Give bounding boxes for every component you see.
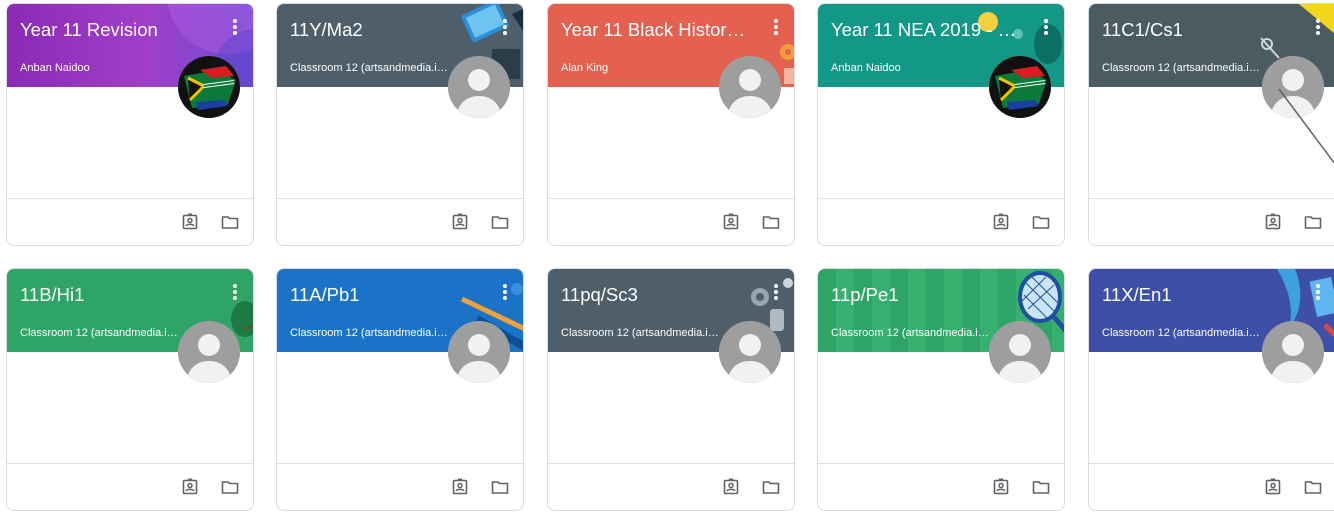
card-footer	[1089, 198, 1334, 245]
assignment-icon[interactable]	[1264, 478, 1282, 496]
assignment-icon[interactable]	[451, 213, 469, 231]
default-avatar	[719, 321, 781, 383]
assignment-icon[interactable]	[451, 478, 469, 496]
folder-icon[interactable]	[1304, 213, 1322, 231]
class-section: Classroom 12 (artsandmedia.is...	[561, 327, 721, 339]
teacher-name: Anban Naidoo	[20, 62, 90, 74]
class-card[interactable]: 11B/Hi1 Classroom 12 (artsandmedia.is...	[6, 268, 254, 511]
assignment-icon[interactable]	[1264, 213, 1282, 231]
card-footer	[818, 463, 1064, 510]
folder-icon[interactable]	[221, 478, 239, 496]
class-title[interactable]: 11pq/Sc3	[561, 283, 751, 307]
class-title[interactable]: 11A/Pb1	[290, 283, 480, 307]
folder-icon[interactable]	[221, 213, 239, 231]
default-avatar	[989, 321, 1051, 383]
assignment-icon[interactable]	[181, 478, 199, 496]
more-options-icon[interactable]	[231, 284, 239, 304]
class-section: Classroom 12 (artsandmedia.is...	[1102, 327, 1262, 339]
class-card[interactable]: Year 11 Revision Anban Naidoo	[6, 3, 254, 246]
class-card[interactable]: 11Y/Ma2 Classroom 12 (artsandmedia.is...	[276, 3, 524, 246]
default-avatar	[448, 56, 510, 118]
class-card[interactable]: 11A/Pb1 Classroom 12 (artsandmedia.is...	[276, 268, 524, 511]
class-section: Classroom 12 (artsandmedia.is...	[20, 327, 180, 339]
more-options-icon[interactable]	[501, 284, 509, 304]
class-title[interactable]: Year 11 Black History ...	[561, 18, 751, 42]
default-avatar	[448, 321, 510, 383]
class-title[interactable]: 11X/En1	[1102, 283, 1292, 307]
class-card[interactable]: Year 11 NEA 2019 - 20... Anban Naidoo	[817, 3, 1065, 246]
flag-avatar	[989, 56, 1051, 118]
folder-icon[interactable]	[1304, 478, 1322, 496]
class-card[interactable]: 11pq/Sc3 Classroom 12 (artsandmedia.is..…	[547, 268, 795, 511]
more-options-icon[interactable]	[1314, 284, 1322, 304]
assignment-icon[interactable]	[992, 478, 1010, 496]
folder-icon[interactable]	[762, 478, 780, 496]
class-title[interactable]: Year 11 NEA 2019 - 20...	[831, 18, 1021, 42]
class-section: Classroom 12 (artsandmedia.is...	[290, 62, 450, 74]
class-title[interactable]: Year 11 Revision	[20, 18, 210, 42]
teacher-name: Anban Naidoo	[831, 62, 901, 74]
assignment-icon[interactable]	[722, 213, 740, 231]
class-card[interactable]: Year 11 Black History ... Alan King	[547, 3, 795, 246]
card-footer	[277, 463, 523, 510]
class-title[interactable]: 11B/Hi1	[20, 283, 210, 307]
class-title[interactable]: 11Y/Ma2	[290, 18, 480, 42]
compass-line-illustration	[1278, 88, 1334, 164]
card-footer	[277, 198, 523, 245]
folder-icon[interactable]	[1032, 478, 1050, 496]
card-footer	[7, 198, 253, 245]
assignment-icon[interactable]	[992, 213, 1010, 231]
default-avatar	[178, 321, 240, 383]
card-footer	[548, 198, 794, 245]
card-footer	[1089, 463, 1334, 510]
class-card[interactable]: 11X/En1 Classroom 12 (artsandmedia.is...	[1088, 268, 1334, 511]
flag-avatar	[178, 56, 240, 118]
more-options-icon[interactable]	[231, 19, 239, 39]
class-card[interactable]: 11p/Pe1 Classroom 12 (artsandmedia.is...	[817, 268, 1065, 511]
default-avatar	[1262, 321, 1324, 383]
class-card[interactable]: 11C1/Cs1 Classroom 12 (artsandmedia.is..…	[1088, 3, 1334, 246]
class-card-grid: Year 11 Revision Anban Naidoo 11Y/Ma2 Cl…	[0, 0, 1334, 512]
class-section: Classroom 12 (artsandmedia.is...	[290, 327, 450, 339]
card-footer	[818, 198, 1064, 245]
teacher-name: Alan King	[561, 62, 609, 74]
card-footer	[548, 463, 794, 510]
folder-icon[interactable]	[491, 213, 509, 231]
default-avatar	[719, 56, 781, 118]
more-options-icon[interactable]	[501, 19, 509, 39]
class-section: Classroom 12 (artsandmedia.is...	[831, 327, 991, 339]
assignment-icon[interactable]	[181, 213, 199, 231]
folder-icon[interactable]	[762, 213, 780, 231]
card-footer	[7, 463, 253, 510]
folder-icon[interactable]	[1032, 213, 1050, 231]
more-options-icon[interactable]	[772, 284, 780, 304]
more-options-icon[interactable]	[772, 19, 780, 39]
assignment-icon[interactable]	[722, 478, 740, 496]
folder-icon[interactable]	[491, 478, 509, 496]
class-title[interactable]: 11p/Pe1	[831, 283, 1021, 307]
more-options-icon[interactable]	[1042, 19, 1050, 39]
